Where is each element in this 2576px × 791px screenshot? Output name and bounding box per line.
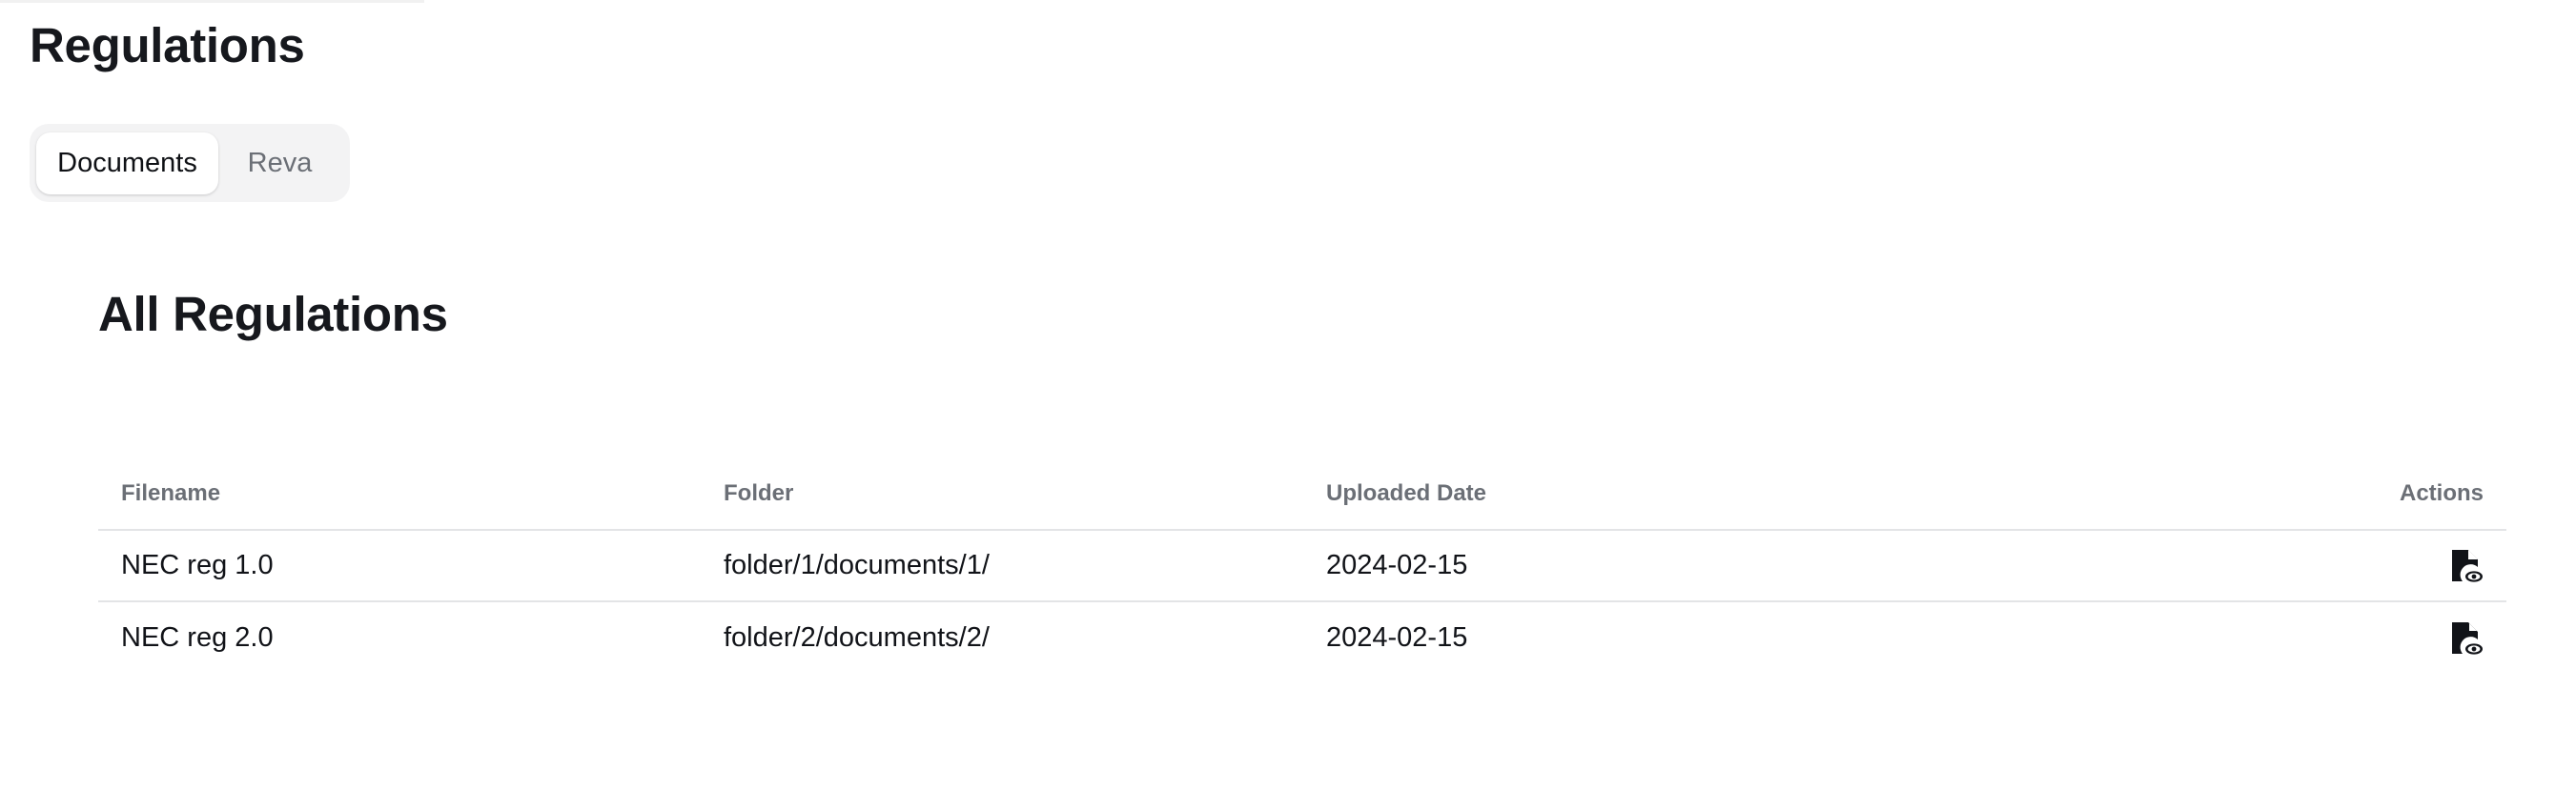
header-actions: Actions (2399, 479, 2484, 506)
top-progress-strip (0, 0, 424, 3)
cell-actions (1906, 548, 2506, 584)
tab-reva[interactable]: Reva (218, 132, 341, 194)
regulations-table: Filename Folder Uploaded Date Actions NE… (98, 457, 2506, 674)
tab-group: Documents Reva (30, 124, 350, 202)
cell-uploaded-date: 2024-02-15 (1326, 550, 1468, 580)
cell-folder: folder/2/documents/2/ (724, 622, 990, 653)
cell-filename: NEC reg 1.0 (121, 550, 274, 580)
table-header: Filename Folder Uploaded Date Actions (98, 457, 2506, 531)
header-filename: Filename (121, 479, 221, 506)
table-row: NEC reg 1.0 folder/1/documents/1/ 2024-0… (98, 531, 2506, 602)
file-eye-icon[interactable] (2449, 620, 2484, 657)
header-folder: Folder (724, 479, 794, 506)
page-title: Regulations (30, 18, 305, 72)
section-title: All Regulations (98, 287, 448, 341)
header-uploaded-date: Uploaded Date (1326, 479, 1487, 506)
cell-actions (1906, 620, 2506, 657)
cell-folder: folder/1/documents/1/ (724, 550, 990, 580)
table-row: NEC reg 2.0 folder/2/documents/2/ 2024-0… (98, 602, 2506, 674)
file-eye-icon[interactable] (2449, 548, 2484, 584)
tab-documents[interactable]: Documents (36, 132, 218, 194)
cell-filename: NEC reg 2.0 (121, 622, 274, 653)
cell-uploaded-date: 2024-02-15 (1326, 622, 1468, 653)
